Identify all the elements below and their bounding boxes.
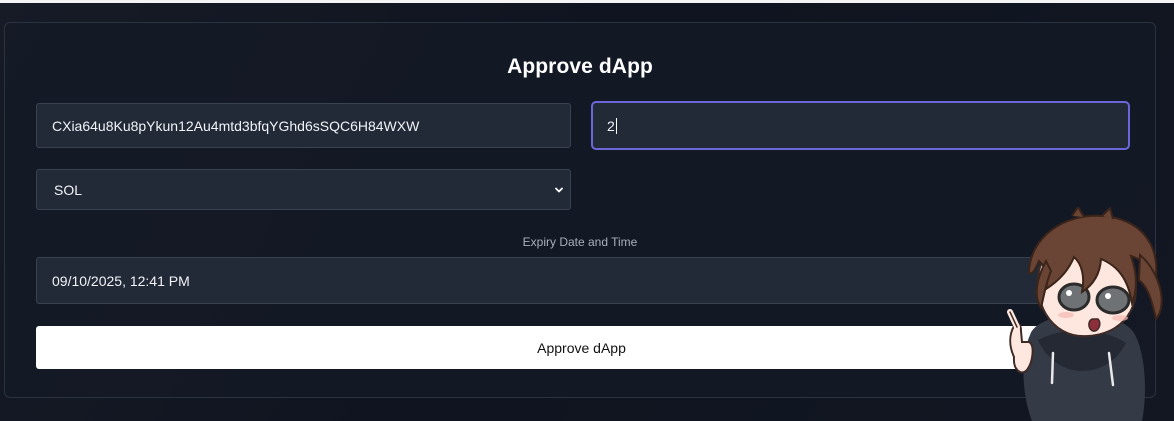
expiry-datetime-input[interactable]: 09/10/2025, 12:41 PM [36,257,1130,304]
approve-dapp-button[interactable]: Approve dApp [36,326,1127,369]
token-select[interactable]: SOL [36,169,571,210]
app-page: Approve dApp CXia64u8Ku8pYkun12Au4mtd3bf… [0,0,1174,421]
chevron-down-icon[interactable] [554,185,564,195]
expiry-label: Expiry Date and Time [522,235,638,249]
amount-value: 2 [607,117,615,134]
page-title: Approve dApp [507,55,653,78]
approve-dapp-card: Approve dApp CXia64u8Ku8pYkun12Au4mtd3bf… [4,22,1156,398]
token-selected-value: SOL [54,181,83,198]
top-window-edge [0,0,1174,3]
amount-input[interactable]: 2 [591,101,1130,150]
text-cursor [615,117,617,134]
address-input[interactable]: CXia64u8Ku8pYkun12Au4mtd3bfqYGhd6sSQC6H8… [36,103,571,148]
